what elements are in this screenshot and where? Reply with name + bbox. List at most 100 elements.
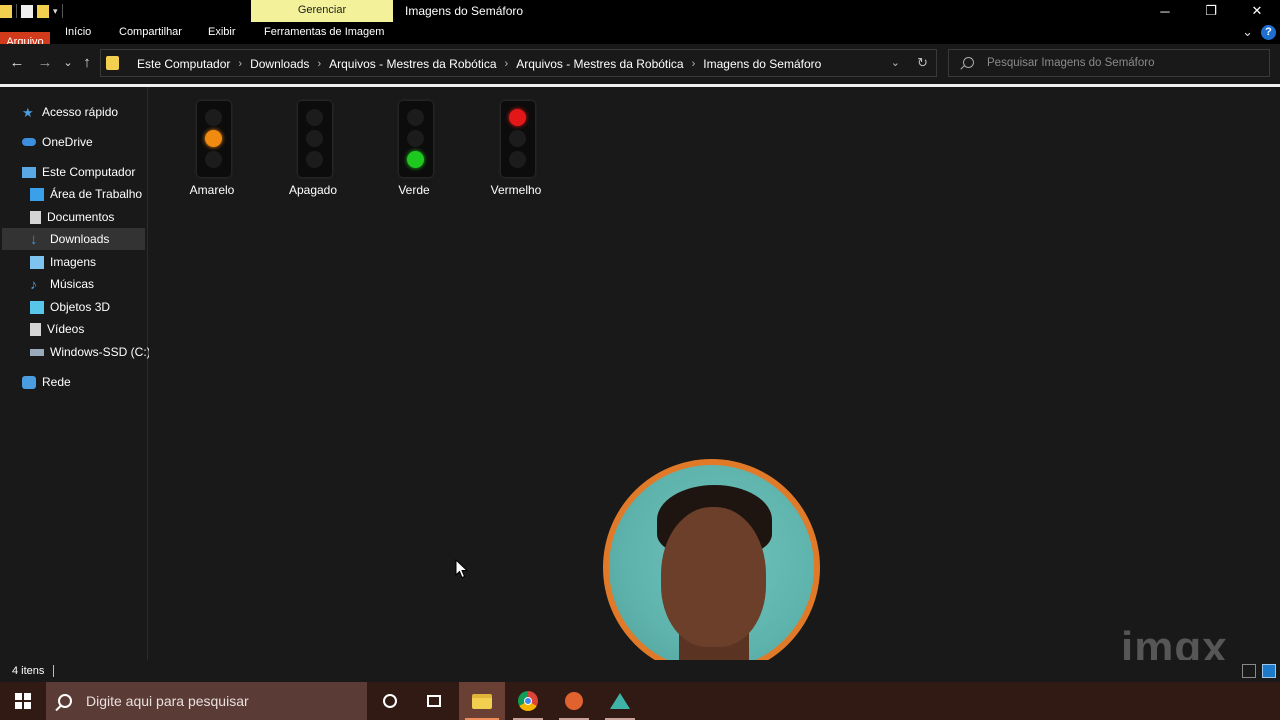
lamp-icon — [509, 151, 526, 168]
details-view-icon[interactable] — [1242, 664, 1256, 678]
forward-button[interactable]: → — [35, 52, 55, 74]
restore-button[interactable]: ❐ — [1188, 0, 1234, 22]
lamp-icon — [306, 109, 323, 126]
sidebar-item-acesso-rapido[interactable]: ★ Acesso rápido — [22, 101, 165, 123]
item-count: 4 itens — [12, 665, 45, 677]
up-button[interactable]: ↑ — [77, 52, 97, 74]
windows-logo-icon — [15, 693, 31, 709]
manage-tab[interactable]: Gerenciar — [251, 0, 393, 22]
taskbar-app[interactable] — [597, 682, 643, 720]
taskbar-search-text: Digite aqui para pesquisar — [86, 693, 249, 709]
navigation-pane: ★ Acesso rápido OneDrive Este Computador… — [0, 87, 151, 660]
expand-ribbon-icon[interactable]: ⌄ — [1242, 24, 1253, 40]
file-item-verde[interactable]: Verde — [369, 97, 459, 197]
chevron-right-icon[interactable]: › — [238, 58, 242, 70]
address-bar[interactable]: Este Computador › Downloads › Arquivos -… — [100, 49, 937, 77]
tab-inicio[interactable]: Início — [65, 22, 91, 44]
breadcrumb-item[interactable]: Imagens do Semáforo — [703, 57, 821, 71]
sidebar-item-label: Objetos 3D — [50, 300, 111, 314]
drive-icon — [30, 348, 44, 356]
sidebar-item-label: Imagens — [50, 255, 97, 269]
presenter-photo — [609, 465, 814, 670]
new-folder-icon[interactable] — [37, 4, 49, 18]
cortana-icon — [383, 694, 397, 708]
lamp-icon — [407, 109, 424, 126]
view-toggles — [1242, 664, 1276, 678]
chevron-right-icon[interactable]: › — [317, 58, 321, 70]
customize-toolbar-icon[interactable]: ▾ — [53, 6, 58, 17]
file-name: Vermelho — [490, 183, 542, 197]
breadcrumb-item[interactable]: Arquivos - Mestres da Robótica — [329, 57, 496, 71]
file-item-apagado[interactable]: Apagado — [268, 97, 358, 197]
file-name: Amarelo — [189, 183, 235, 197]
tab-compartilhar[interactable]: Compartilhar — [119, 22, 182, 44]
quick-access-toolbar: ▾ — [0, 3, 63, 19]
sidebar-item-onedrive[interactable]: OneDrive — [22, 131, 165, 153]
search-input[interactable] — [987, 54, 1257, 72]
file-name: Apagado — [288, 183, 338, 197]
tab-exibir[interactable]: Exibir — [208, 22, 236, 44]
large-icons-view-icon[interactable] — [1262, 664, 1276, 678]
sidebar-item-label: OneDrive — [42, 135, 93, 149]
cloud-icon — [22, 138, 36, 146]
address-dropdown-icon[interactable]: ⌄ — [891, 56, 900, 69]
sidebar-item-label: Documentos — [47, 210, 115, 224]
breadcrumb-item[interactable]: Downloads — [250, 57, 309, 71]
breadcrumb-item[interactable]: Arquivos - Mestres da Robótica — [516, 57, 683, 71]
close-button[interactable]: ✕ — [1234, 0, 1280, 22]
sidebar-item-label: Acesso rápido — [42, 105, 119, 119]
taskbar-search[interactable]: Digite aqui para pesquisar — [46, 682, 367, 720]
ribbon: Arquivo Início Compartilhar Exibir Ferra… — [0, 22, 1280, 132]
breadcrumb-item[interactable]: Este Computador — [137, 57, 230, 71]
toolbar-divider — [16, 4, 17, 18]
toolbar-divider — [61, 4, 63, 18]
cube-icon — [30, 300, 44, 314]
presenter-video — [603, 459, 820, 676]
title-bar: ▾ Gerenciar Imagens do Semáforo ─ ❐ ✕ — [0, 0, 1280, 22]
chevron-right-icon[interactable]: › — [692, 58, 696, 70]
navigation-bar: ← → ⌄ ↑ Este Computador › Downloads › Ar… — [0, 44, 1280, 84]
desktop-icon — [30, 187, 44, 201]
document-icon — [30, 210, 41, 224]
taskbar-chrome[interactable] — [505, 682, 551, 720]
tab-ferramentas-de-imagem[interactable]: Ferramentas de Imagem — [264, 22, 384, 44]
properties-icon[interactable] — [21, 4, 33, 18]
window-controls: ─ ❐ ✕ — [1142, 0, 1280, 22]
network-icon — [22, 375, 36, 389]
sidebar-item-label: Este Computador — [42, 165, 136, 179]
ribbon-controls: ⌄ ? — [1242, 24, 1276, 40]
app-icon — [610, 693, 630, 709]
lamp-icon — [306, 130, 323, 147]
presenter-face — [661, 507, 766, 647]
taskbar-file-explorer[interactable] — [459, 682, 505, 720]
refresh-icon[interactable]: ↻ — [917, 55, 928, 71]
search-icon — [58, 694, 72, 708]
cortana-button[interactable] — [367, 682, 413, 720]
chevron-right-icon[interactable]: › — [505, 58, 509, 70]
recent-locations-button[interactable]: ⌄ — [58, 52, 78, 74]
lamp-icon — [205, 130, 222, 147]
sidebar-item-label: Windows-SSD (C:) — [50, 345, 151, 359]
lamp-icon — [205, 109, 222, 126]
file-item-amarelo[interactable]: Amarelo — [167, 97, 257, 197]
task-view-icon — [427, 695, 441, 707]
lamp-icon — [407, 130, 424, 147]
computer-icon — [22, 166, 36, 178]
back-button[interactable]: ← — [7, 52, 27, 74]
search-box[interactable] — [948, 49, 1270, 77]
sidebar-item-downloads[interactable]: ↓ Downloads — [2, 228, 145, 250]
sidebar-item-este-computador[interactable]: Este Computador — [22, 161, 165, 183]
task-view-button[interactable] — [411, 682, 457, 720]
minimize-button[interactable]: ─ — [1142, 0, 1188, 22]
taskbar-arduino[interactable] — [551, 682, 597, 720]
sidebar-item-rede[interactable]: Rede — [22, 371, 165, 393]
file-item-vermelho[interactable]: Vermelho — [471, 97, 561, 197]
lamp-icon — [407, 151, 424, 168]
window-title: Imagens do Semáforo — [405, 4, 524, 18]
start-button[interactable] — [0, 682, 46, 720]
help-icon[interactable]: ? — [1261, 24, 1276, 40]
star-icon: ★ — [22, 104, 34, 120]
sidebar-item-label: Rede — [42, 375, 71, 389]
taskbar: Digite aqui para pesquisar — [0, 682, 1280, 720]
traffic-light-thumbnail — [197, 101, 231, 177]
